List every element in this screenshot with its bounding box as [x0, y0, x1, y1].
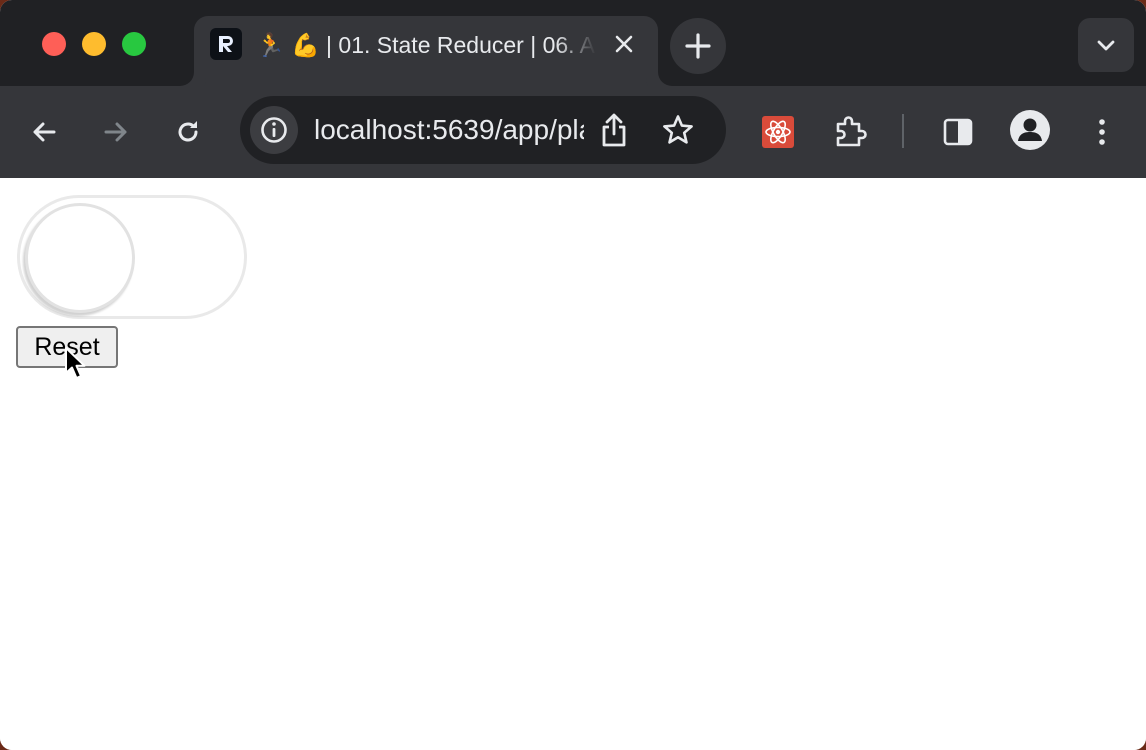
new-tab-button[interactable] [670, 18, 726, 74]
window-close-button[interactable] [42, 32, 66, 56]
address-bar[interactable]: localhost:5639/app/playground [240, 96, 726, 164]
kebab-menu-icon [1099, 119, 1105, 145]
remix-favicon-icon [210, 28, 242, 60]
share-button[interactable] [594, 110, 634, 150]
side-panel-icon [943, 118, 973, 146]
arrow-left-icon [33, 122, 56, 142]
star-icon [663, 115, 693, 144]
site-info-button[interactable] [250, 106, 298, 154]
browser-menu-button[interactable] [1082, 112, 1122, 152]
forward-button[interactable] [96, 112, 136, 152]
toggle-knob[interactable] [25, 203, 135, 313]
chevron-down-icon [1097, 40, 1115, 51]
profile-avatar-icon[interactable] [1010, 110, 1050, 150]
back-button[interactable] [24, 112, 64, 152]
url-text[interactable]: localhost:5639/app/playground [314, 113, 584, 147]
extensions-button[interactable] [830, 112, 870, 152]
bookmark-button[interactable] [658, 110, 698, 150]
toolbar-separator [902, 114, 904, 148]
browser-window: 🏃 💪 | 01. State Reducer | 06. Advanced P… [0, 0, 1146, 750]
page-content: Reset [0, 178, 1146, 750]
plus-icon [685, 33, 711, 59]
browser-toolbar: localhost:5639/app/playground [0, 86, 1146, 178]
puzzle-piece-icon [836, 116, 867, 147]
tab-strip: 🏃 💪 | 01. State Reducer | 06. Advanced P… [0, 0, 1146, 86]
mouse-cursor-icon [65, 347, 86, 379]
share-icon [602, 113, 626, 147]
close-tab-icon[interactable] [612, 32, 636, 56]
active-tab[interactable]: 🏃 💪 | 01. State Reducer | 06. Advanced P… [194, 16, 658, 86]
tab-title: 🏃 💪 | 01. State Reducer | 06. Advanced P… [256, 32, 596, 58]
reload-icon [178, 121, 198, 142]
toggle-switch[interactable] [17, 195, 247, 319]
react-atom-icon [762, 116, 794, 148]
window-maximize-button[interactable] [122, 32, 146, 56]
reload-button[interactable] [168, 112, 208, 152]
info-icon [261, 117, 287, 143]
arrow-right-icon [104, 122, 127, 142]
tab-search-button[interactable] [1078, 18, 1134, 72]
window-minimize-button[interactable] [82, 32, 106, 56]
react-devtools-extension-button[interactable] [758, 112, 798, 152]
side-panel-button[interactable] [938, 112, 978, 152]
